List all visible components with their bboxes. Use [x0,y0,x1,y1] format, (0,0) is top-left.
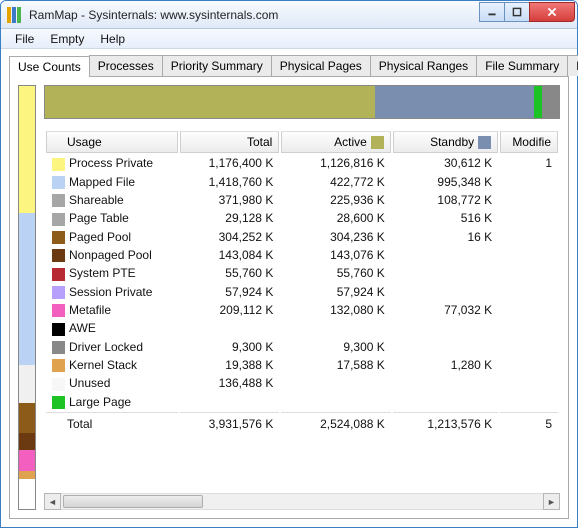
tab-file-details[interactable]: File Details [567,55,578,76]
window: RamMap - Sysinternals: www.sysinternals.… [0,0,578,528]
horizontal-scrollbar[interactable]: ◄ ► [44,493,560,510]
col-modified[interactable]: Modifie [500,131,558,153]
total-row: Total3,931,576 K2,524,088 K1,213,576 K5 [46,412,558,432]
main-column: Usage Total Active Standby Modifie Proce… [44,85,560,510]
col-total[interactable]: Total [180,131,279,153]
menu-help[interactable]: Help [92,30,133,48]
table-row[interactable]: Shareable371,980 K225,936 K108,772 K [46,192,558,208]
col-standby[interactable]: Standby [393,131,498,153]
tab-panel: Usage Total Active Standby Modifie Proce… [9,76,569,519]
table-row[interactable]: Kernel Stack19,388 K17,588 K1,280 K [46,357,558,373]
row-swatch-icon [52,396,65,409]
col-usage[interactable]: Usage [46,131,178,153]
table-row[interactable]: Page Table29,128 K28,600 K516 K [46,210,558,226]
standby-swatch-icon [478,136,491,149]
table-row[interactable]: Process Private1,176,400 K1,126,816 K30,… [46,155,558,171]
window-title: RamMap - Sysinternals: www.sysinternals.… [29,8,480,22]
window-controls [480,2,575,22]
row-swatch-icon [52,323,65,336]
table-row[interactable]: Session Private57,924 K57,924 K [46,284,558,300]
tab-priority-summary[interactable]: Priority Summary [162,55,272,76]
table-row[interactable]: Unused136,488 K [46,375,558,391]
row-swatch-icon [52,359,65,372]
table-row[interactable]: Metafile209,112 K132,080 K77,032 K [46,302,558,318]
menu-empty[interactable]: Empty [42,30,92,48]
maximize-button[interactable] [504,2,530,22]
table-wrap: Usage Total Active Standby Modifie Proce… [44,129,560,489]
table-row[interactable]: Driver Locked9,300 K9,300 K [46,339,558,355]
row-swatch-icon [52,286,65,299]
minimize-button[interactable] [479,2,505,22]
row-swatch-icon [52,304,65,317]
active-swatch-icon [371,136,384,149]
app-icon [7,7,23,23]
col-active[interactable]: Active [281,131,390,153]
table-row[interactable]: Nonpaged Pool143,084 K143,076 K [46,247,558,263]
row-swatch-icon [52,158,65,171]
row-swatch-icon [52,249,65,262]
menu-file[interactable]: File [7,30,42,48]
menubar: File Empty Help [1,29,577,49]
row-swatch-icon [52,213,65,226]
table-row[interactable]: Paged Pool304,252 K304,236 K16 K [46,229,558,245]
scroll-left-button[interactable]: ◄ [44,493,61,510]
scroll-right-button[interactable]: ► [543,493,560,510]
scroll-track[interactable] [61,493,543,510]
content: Use Counts Processes Priority Summary Ph… [1,49,577,527]
tab-physical-ranges[interactable]: Physical Ranges [370,55,477,76]
tab-processes[interactable]: Processes [89,55,163,76]
tab-physical-pages[interactable]: Physical Pages [271,55,371,76]
row-swatch-icon [52,341,65,354]
tab-use-counts[interactable]: Use Counts [9,56,90,77]
table-row[interactable]: Large Page [46,394,558,410]
table-row[interactable]: Mapped File1,418,760 K422,772 K995,348 K [46,174,558,190]
row-swatch-icon [52,231,65,244]
scroll-thumb[interactable] [63,495,203,508]
titlebar[interactable]: RamMap - Sysinternals: www.sysinternals.… [1,1,577,29]
horizontal-usage-bar [44,85,560,119]
table-row[interactable]: System PTE55,760 K55,760 K [46,265,558,281]
vertical-usage-bar [18,85,36,510]
usage-table: Usage Total Active Standby Modifie Proce… [44,129,560,434]
tabs: Use Counts Processes Priority Summary Ph… [9,55,569,76]
close-button[interactable] [529,2,575,22]
row-swatch-icon [52,378,65,391]
table-row[interactable]: AWE [46,320,558,336]
tab-file-summary[interactable]: File Summary [476,55,568,76]
row-swatch-icon [52,194,65,207]
row-swatch-icon [52,268,65,281]
row-swatch-icon [52,176,65,189]
